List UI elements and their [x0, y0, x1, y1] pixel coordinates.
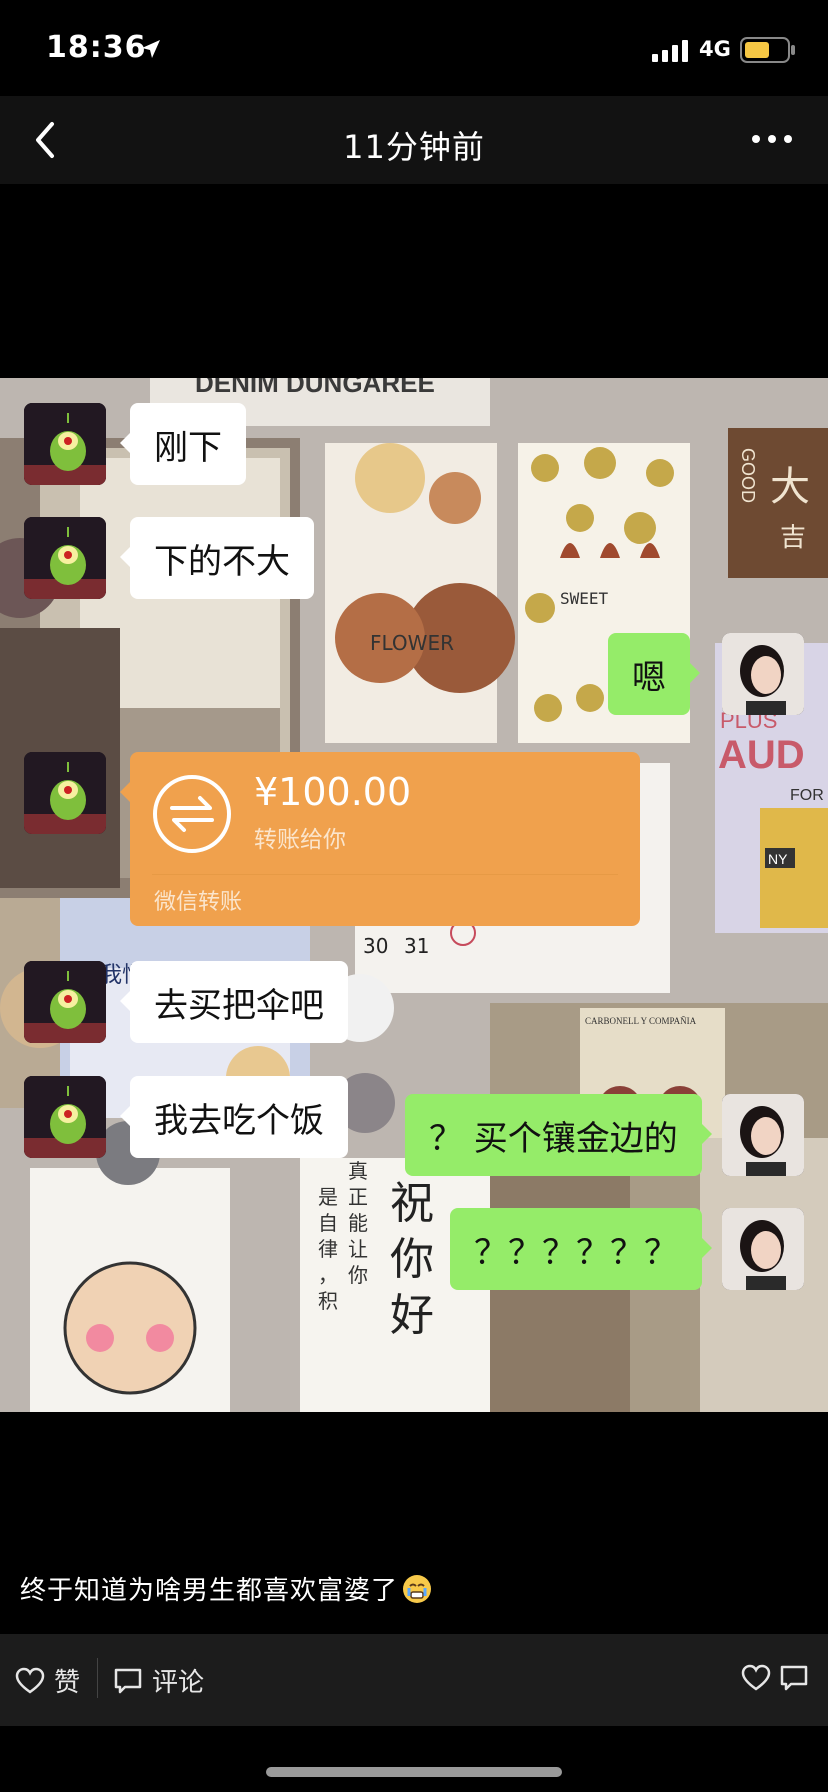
message-bubble-left[interactable]: 下的不大: [120, 517, 314, 599]
plankton-avatar-icon: [24, 961, 106, 1043]
location-arrow-icon: [142, 40, 160, 58]
message-bubble-right[interactable]: 嗯: [608, 633, 700, 715]
transfer-card[interactable]: ¥100.00 转账给你 微信转账: [120, 752, 640, 926]
svg-text:正: 正: [348, 1185, 368, 1209]
calendar-day: 31: [404, 934, 429, 958]
card-carbonell-text: CARBONELL Y COMPAÑIA: [585, 1016, 697, 1026]
card-big-text: 大: [770, 464, 810, 510]
card-sweet-text: SWEET: [560, 589, 609, 608]
card-good-text: GOOD: [738, 448, 758, 503]
svg-text:让: 让: [348, 1237, 368, 1261]
message-bubble-right[interactable]: ？？？？？？: [450, 1208, 712, 1290]
comment-icon: [114, 1668, 142, 1693]
svg-text:律: 律: [318, 1237, 338, 1261]
avatar-self[interactable]: [722, 1094, 804, 1176]
nav-bar: 11分钟前: [0, 96, 828, 184]
girl-avatar-icon: [722, 1208, 804, 1290]
heart-icon: [15, 1667, 45, 1694]
home-indicator[interactable]: [266, 1767, 562, 1777]
svg-text:能: 能: [348, 1211, 368, 1235]
avatar-contact[interactable]: [24, 403, 106, 485]
avatar-contact[interactable]: [24, 517, 106, 599]
svg-text:你: 你: [348, 1263, 368, 1287]
svg-text:自: 自: [318, 1211, 338, 1235]
status-time: 18:36: [46, 30, 147, 65]
comment-icon: [780, 1665, 808, 1691]
like-button[interactable]: 赞: [14, 1662, 80, 1699]
caption-text: 终于知道为啥男生都喜欢富婆了: [20, 1576, 399, 1606]
avatar-contact[interactable]: [24, 961, 106, 1043]
more-dots-icon[interactable]: [750, 132, 794, 146]
girl-avatar-icon: [722, 633, 804, 715]
svg-text:，: ，: [318, 1263, 338, 1287]
transfer-amount: ¥100.00: [254, 770, 412, 814]
plankton-avatar-icon: [24, 403, 106, 485]
message-bubble-left[interactable]: 刚下: [120, 403, 246, 485]
status-bar: 18:36 4G: [0, 0, 828, 96]
action-divider: [97, 1658, 98, 1698]
message-bubble-left[interactable]: 去买把伞吧: [120, 961, 348, 1043]
comment-label: 评论: [152, 1668, 205, 1698]
card-denim-text: DENIM DUNGAREE: [195, 378, 435, 398]
calendar-day: 30: [363, 934, 388, 958]
avatar-contact[interactable]: [24, 752, 106, 834]
svg-text:好: 好: [390, 1290, 434, 1341]
network-type: 4G: [699, 37, 731, 61]
transfer-label: 微信转账: [154, 890, 243, 915]
card-wish: 祝 你 好: [390, 1178, 434, 1341]
svg-text:积: 积: [318, 1289, 338, 1313]
avatar-self[interactable]: [722, 633, 804, 715]
message-bubble-left[interactable]: 我去吃个饭: [120, 1076, 348, 1158]
svg-text:祝: 祝: [390, 1178, 434, 1229]
card-aud-text: AUD: [718, 733, 805, 777]
post-caption: 终于知道为啥男生都喜欢富婆了: [20, 1570, 432, 1607]
avatar-contact[interactable]: [24, 1076, 106, 1158]
page-title: 11分钟前: [343, 128, 485, 166]
message-bubble-right[interactable]: ？ 买个镶金边的: [405, 1094, 712, 1176]
card-ny-text: NY: [768, 851, 788, 867]
battery-icon: [740, 37, 795, 63]
transfer-note: 转账给你: [254, 827, 346, 853]
action-bar: 赞 评论: [0, 1634, 828, 1726]
card-for-text: FOR: [790, 787, 824, 804]
svg-text:你: 你: [390, 1234, 434, 1285]
signal-icon: [652, 40, 688, 62]
like-label: 赞: [54, 1668, 81, 1698]
crying-face-emoji-icon: [403, 1574, 432, 1603]
plankton-avatar-icon: [24, 517, 106, 599]
avatar-self[interactable]: [722, 1208, 804, 1290]
transfer-divider: [152, 874, 618, 875]
plankton-avatar-icon: [24, 1076, 106, 1158]
svg-text:是: 是: [318, 1185, 338, 1209]
transfer-arrows-icon: [153, 775, 231, 853]
heart-icon: [741, 1664, 771, 1691]
card-flower-text: FLOWER: [370, 631, 454, 655]
svg-text:真: 真: [348, 1159, 368, 1183]
girl-avatar-icon: [722, 1094, 804, 1176]
comment-button[interactable]: 评论: [112, 1662, 204, 1699]
like-icon-button[interactable]: [740, 1662, 772, 1694]
card-ji-text: 吉: [780, 523, 806, 553]
comment-icon-button[interactable]: [778, 1662, 810, 1694]
plankton-avatar-icon: [24, 752, 106, 834]
post-photo[interactable]: DENIM DUNGAREE FLOWER SWEET GOOD 大 吉 PLU…: [0, 378, 828, 1412]
